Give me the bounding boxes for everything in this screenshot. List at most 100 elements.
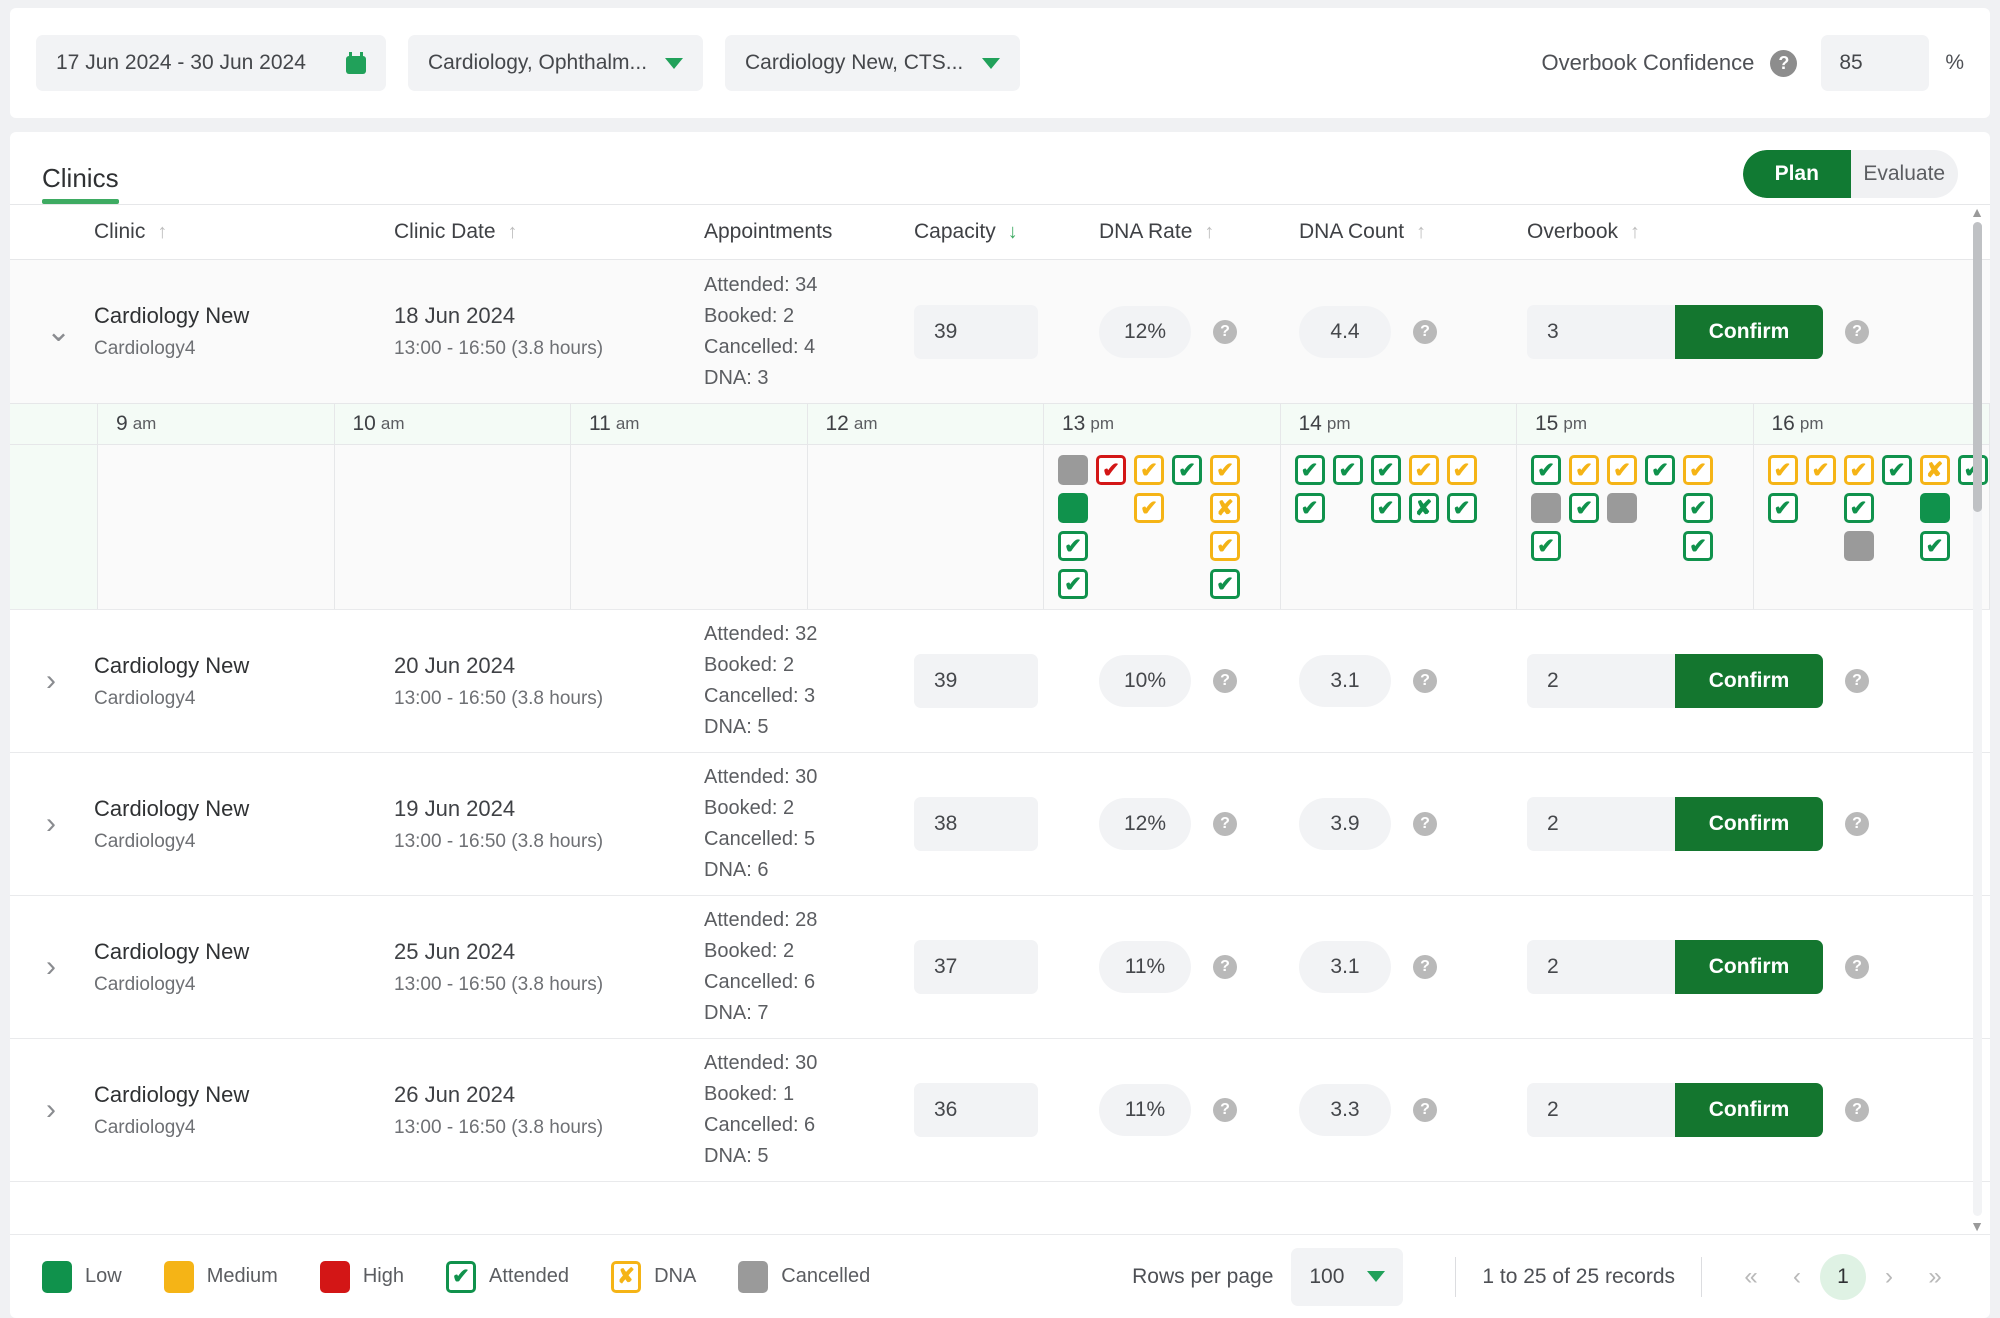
col-header-appointments[interactable]: Appointments bbox=[704, 220, 914, 244]
capacity-input[interactable] bbox=[914, 797, 1038, 851]
table-row[interactable]: › Cardiology New Cardiology4 19 Jun 2024… bbox=[10, 753, 1990, 896]
specialty-select[interactable]: Cardiology, Ophthalm... bbox=[408, 35, 703, 91]
prev-page-button[interactable]: ‹ bbox=[1774, 1263, 1820, 1291]
page-number-1[interactable]: 1 bbox=[1820, 1253, 1866, 1300]
appointments-attended: Attended: 28 bbox=[704, 909, 818, 931]
help-icon[interactable]: ? bbox=[1413, 812, 1437, 836]
capacity-input[interactable] bbox=[914, 304, 1038, 359]
cell-dna-count: 4.4 ? bbox=[1299, 305, 1527, 358]
appointments-dna: DNA: 7 bbox=[704, 1002, 769, 1024]
toggle-plan[interactable]: Plan bbox=[1743, 150, 1851, 198]
timeline-slots: ✔✔✔✔✔✔✔✘✔✔✔✔✔✔✔✔✘✔✔✔✔✔✔✔✔✔✔✔✔✔✔✔✔✔✘✔✔ bbox=[10, 445, 1990, 609]
col-label: DNA Rate bbox=[1099, 220, 1193, 243]
help-icon[interactable]: ? bbox=[1213, 319, 1237, 344]
clinic-select[interactable]: Cardiology New, CTS... bbox=[725, 35, 1020, 91]
overbook-input[interactable] bbox=[1527, 940, 1675, 994]
scrollbar-thumb[interactable] bbox=[1973, 222, 1982, 512]
slot-attended-icon: ✔ bbox=[1134, 493, 1164, 523]
confirm-button[interactable]: Confirm bbox=[1675, 797, 1823, 851]
slot-dna-icon: ✘ bbox=[1408, 493, 1439, 523]
overbook-input[interactable] bbox=[1527, 654, 1675, 708]
timeline-hour-slot[interactable]: ✔ ✔ ✔ ✔ ✔ ✔ ✔ ✔ ✔ bbox=[1517, 445, 1754, 609]
legend-label: High bbox=[362, 1265, 404, 1287]
slot-column: ✔ ✔ bbox=[1767, 455, 1798, 561]
expand-row-icon[interactable]: › bbox=[10, 1093, 94, 1127]
cell-dna-rate: 11% ? bbox=[1099, 941, 1299, 993]
col-header-dna-rate[interactable]: DNA Rate ↑ bbox=[1099, 220, 1299, 244]
rows-per-page-select[interactable]: 100 bbox=[1291, 1247, 1404, 1306]
col-header-clinic[interactable]: Clinic ↑ bbox=[94, 220, 394, 244]
timeline-hour-slot[interactable]: ✔ ✔ ✔ ✔ ✔ ✔ ✔ ✘ ✔ ✔ bbox=[1044, 445, 1281, 609]
table-row[interactable]: › Cardiology New Cardiology4 20 Jun 2024… bbox=[10, 610, 1990, 753]
help-icon[interactable]: ? bbox=[1845, 812, 1869, 836]
help-icon[interactable]: ? bbox=[1413, 669, 1437, 693]
table-scrollbar[interactable]: ▲ ▼ bbox=[1970, 204, 1984, 1234]
timeline-hour-slot[interactable]: ✔✔✔✔✔✔✘✔✔ bbox=[1754, 445, 1990, 609]
help-icon[interactable]: ? bbox=[1213, 1098, 1237, 1122]
sort-asc-icon: ↑ bbox=[1630, 220, 1641, 243]
confirm-button[interactable]: Confirm bbox=[1675, 654, 1823, 708]
help-icon[interactable]: ? bbox=[1845, 955, 1869, 979]
hour-period: am bbox=[615, 414, 640, 433]
slot-low-icon bbox=[1058, 493, 1088, 523]
slot-column: ✘ ✔ bbox=[1919, 455, 1950, 561]
help-icon[interactable]: ? bbox=[1213, 812, 1237, 836]
hour-number: 13 bbox=[1062, 412, 1086, 435]
tab-clinics[interactable]: Clinics bbox=[42, 163, 119, 204]
last-page-button[interactable]: » bbox=[1912, 1263, 1958, 1291]
col-header-clinic-date[interactable]: Clinic Date ↑ bbox=[394, 220, 704, 244]
scroll-up-icon[interactable]: ▲ bbox=[1970, 204, 1984, 220]
timeline-hour-slot[interactable] bbox=[98, 445, 335, 609]
col-header-capacity[interactable]: Capacity ↓ bbox=[914, 220, 1099, 244]
confirm-button[interactable]: Confirm bbox=[1675, 940, 1823, 994]
timeline-hour-slot[interactable] bbox=[571, 445, 808, 609]
table-row[interactable]: › Cardiology New Cardiology4 26 Jun 2024… bbox=[10, 1039, 1990, 1182]
first-page-button[interactable]: « bbox=[1728, 1263, 1774, 1291]
expand-row-icon[interactable]: › bbox=[10, 950, 94, 984]
legend-high-swatch bbox=[319, 1260, 350, 1293]
confirm-button[interactable]: Confirm bbox=[1675, 1083, 1823, 1137]
overbook-confidence-input[interactable] bbox=[1821, 35, 1930, 91]
table-body: ⌄ Cardiology New Cardiology4 18 Jun 2024… bbox=[10, 260, 1990, 1234]
cell-clinic: Cardiology New Cardiology4 bbox=[94, 796, 394, 853]
timeline-hour-slot[interactable] bbox=[808, 445, 1044, 609]
help-icon[interactable]: ? bbox=[1213, 955, 1237, 979]
toggle-evaluate[interactable]: Evaluate bbox=[1851, 150, 1959, 198]
overbook-input[interactable] bbox=[1527, 797, 1675, 851]
table-row[interactable]: › Cardiology New Cardiology4 25 Jun 2024… bbox=[10, 896, 1990, 1039]
capacity-input[interactable] bbox=[914, 940, 1038, 994]
help-icon[interactable]: ? bbox=[1845, 319, 1869, 344]
col-label: Capacity bbox=[914, 220, 996, 243]
scroll-down-icon[interactable]: ▼ bbox=[1970, 1218, 1984, 1234]
slot-attended-icon: ✔ bbox=[1531, 455, 1561, 485]
timeline-hour-slot[interactable]: ✔✔✔✔✔✔✘✔✔ bbox=[1281, 445, 1517, 609]
help-icon[interactable]: ? bbox=[1845, 1098, 1869, 1122]
capacity-input[interactable] bbox=[914, 1083, 1038, 1137]
help-icon[interactable]: ? bbox=[1413, 1098, 1437, 1122]
slot-column: ✔ ✘ ✔ ✔ bbox=[1210, 455, 1240, 599]
expand-row-icon[interactable]: › bbox=[10, 664, 94, 698]
legend-item: ✘ DNA bbox=[611, 1260, 696, 1293]
slot-cancelled-icon bbox=[1607, 493, 1637, 523]
legend-item: Cancelled bbox=[738, 1260, 870, 1293]
help-icon[interactable]: ? bbox=[1213, 669, 1237, 693]
overbook-input[interactable] bbox=[1527, 304, 1675, 359]
capacity-input[interactable] bbox=[914, 654, 1038, 708]
appointments-cancelled: Cancelled: 6 bbox=[704, 1114, 816, 1136]
confirm-button[interactable]: Confirm bbox=[1675, 304, 1823, 359]
help-icon[interactable]: ? bbox=[1845, 669, 1869, 693]
collapse-row-icon[interactable]: ⌄ bbox=[10, 314, 94, 349]
col-header-overbook[interactable]: Overbook ↑ bbox=[1527, 220, 1964, 244]
clinic-subname: Cardiology4 bbox=[94, 973, 196, 995]
appointments-cancelled: Cancelled: 3 bbox=[704, 685, 816, 707]
help-icon[interactable]: ? bbox=[1413, 955, 1437, 979]
table-row[interactable]: ⌄ Cardiology New Cardiology4 18 Jun 2024… bbox=[10, 260, 1990, 403]
expand-row-icon[interactable]: › bbox=[10, 807, 94, 841]
next-page-button[interactable]: › bbox=[1866, 1263, 1912, 1291]
overbook-input[interactable] bbox=[1527, 1083, 1675, 1137]
help-icon[interactable]: ? bbox=[1770, 49, 1798, 77]
timeline-hour-slot[interactable] bbox=[335, 445, 571, 609]
help-icon[interactable]: ? bbox=[1413, 319, 1437, 344]
col-header-dna-count[interactable]: DNA Count ↑ bbox=[1299, 220, 1527, 244]
date-range-picker[interactable]: 17 Jun 2024 - 30 Jun 2024 bbox=[36, 35, 386, 91]
